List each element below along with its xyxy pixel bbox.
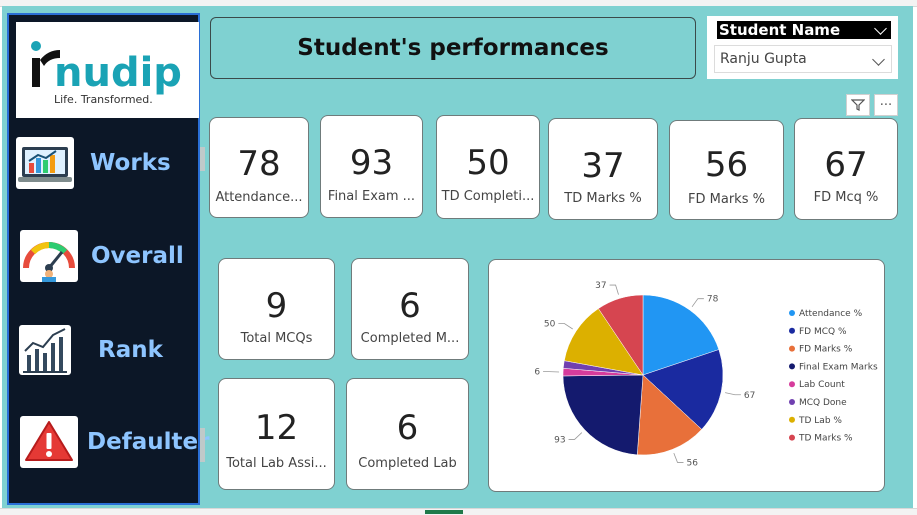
pie-chart: 78 67 56 93 6 50 37 Attendance % FD MCQ % FD Mark… xyxy=(489,260,884,491)
legend-item[interactable]: MCQ Done xyxy=(799,398,847,408)
nav-works-button[interactable]: Works xyxy=(16,137,171,189)
page-title-box: Student's performances xyxy=(210,17,696,79)
data-label-leader xyxy=(692,299,704,307)
more-options-glyph: ··· xyxy=(880,98,892,113)
legend-marker xyxy=(789,310,795,316)
data-label: 78 xyxy=(707,295,719,305)
legend-item[interactable]: Lab Count xyxy=(799,380,845,390)
legend-marker xyxy=(789,381,795,387)
kpi-card-final-exam[interactable]: 93 Final Exam ... xyxy=(320,115,423,218)
line-chart-icon xyxy=(19,325,71,375)
kpi-value: 67 xyxy=(795,145,897,185)
kpi-card-completed-lab[interactable]: 6 Completed Lab xyxy=(346,378,469,490)
data-label-leader xyxy=(725,393,741,395)
legend-marker xyxy=(789,346,795,352)
kpi-value: 12 xyxy=(219,408,334,448)
logo-tagline: Life. Transformed. xyxy=(54,93,153,106)
data-label-leader xyxy=(558,324,572,329)
kpi-label: TD Completi... xyxy=(441,189,535,204)
nav-defaulter-button[interactable]: Defaulter xyxy=(20,416,209,468)
active-page-tab[interactable] xyxy=(425,510,463,514)
kpi-card-fd-marks[interactable]: 56 FD Marks % xyxy=(669,120,784,220)
kpi-label: Final Exam ... xyxy=(325,189,418,204)
data-label: 56 xyxy=(686,458,698,468)
kpi-value: 9 xyxy=(219,286,334,326)
kpi-card-attendance[interactable]: 78 Attendance... xyxy=(209,117,309,218)
data-label: 67 xyxy=(744,391,755,401)
warning-icon xyxy=(20,416,78,468)
kpi-label: Attendance... xyxy=(214,190,304,205)
sidebar-resize-handle[interactable] xyxy=(200,428,205,462)
kpi-label: FD Marks % xyxy=(674,192,779,207)
data-label: 6 xyxy=(534,368,540,378)
data-label: 93 xyxy=(554,435,565,445)
kpi-value: 6 xyxy=(347,408,468,448)
student-slicer[interactable]: Student Name Ranju Gupta xyxy=(707,16,898,79)
chevron-down-icon xyxy=(874,22,887,35)
logo-brand-text: nudip xyxy=(54,50,182,96)
slicer-header-label: Student Name xyxy=(719,21,840,39)
kpi-label: Total MCQs xyxy=(223,331,330,346)
kpi-label: TD Marks % xyxy=(553,191,653,206)
kpi-card-td-marks[interactable]: 37 TD Marks % xyxy=(548,118,658,220)
kpi-card-td-completion[interactable]: 50 TD Completi... xyxy=(436,115,540,219)
gauge-icon xyxy=(20,230,78,282)
data-label: 37 xyxy=(595,281,606,291)
legend-marker xyxy=(789,417,795,423)
nav-overall-button[interactable]: Overall xyxy=(20,230,184,282)
data-label: 50 xyxy=(544,320,556,330)
kpi-label: Completed M... xyxy=(356,331,464,346)
kpi-value: 6 xyxy=(352,286,468,326)
nav-rank-label: Rank xyxy=(98,337,163,363)
legend-marker xyxy=(789,435,795,441)
data-label-leader xyxy=(610,285,619,295)
more-options-icon[interactable]: ··· xyxy=(874,94,898,116)
legend-item[interactable]: FD Marks % xyxy=(799,345,853,355)
slicer-header: Student Name xyxy=(717,21,891,39)
slicer-dropdown[interactable]: Ranju Gupta xyxy=(714,45,892,73)
legend-marker xyxy=(789,328,795,334)
nav-overall-label: Overall xyxy=(91,243,184,269)
legend-item[interactable]: TD Lab % xyxy=(798,416,842,426)
pie-chart-visual[interactable]: 78 67 56 93 6 50 37 Attendance % FD MCQ % FD Mark… xyxy=(488,259,885,492)
kpi-label: FD Mcq % xyxy=(799,190,893,205)
anudip-logo-icon: nudip Life. Transformed. xyxy=(16,22,199,118)
legend-item[interactable]: TD Marks % xyxy=(798,434,853,444)
page-title: Student's performances xyxy=(297,35,608,61)
legend-item[interactable]: FD MCQ % xyxy=(799,327,847,337)
kpi-value: 78 xyxy=(210,144,308,184)
kpi-card-total-lab[interactable]: 12 Total Lab Assi... xyxy=(218,378,335,490)
kpi-value: 37 xyxy=(549,146,657,186)
nav-works-label: Works xyxy=(90,150,171,176)
legend-item[interactable]: Final Exam Marks xyxy=(799,362,878,372)
nav-defaulter-label: Defaulter xyxy=(87,429,209,455)
legend-item[interactable]: Attendance % xyxy=(799,309,863,319)
kpi-value: 56 xyxy=(670,145,783,185)
filter-icon[interactable] xyxy=(846,94,870,116)
laptop-chart-icon xyxy=(16,137,74,189)
pie-slice[interactable] xyxy=(563,375,643,455)
data-label-leader xyxy=(569,433,582,440)
kpi-card-completed-mcqs[interactable]: 6 Completed M... xyxy=(351,258,469,360)
logo: nudip Life. Transformed. xyxy=(16,22,199,118)
slicer-selected-value: Ranju Gupta xyxy=(720,51,807,67)
sidebar-resize-handle[interactable] xyxy=(200,147,205,171)
chevron-down-icon xyxy=(872,53,885,66)
data-label-leader xyxy=(674,453,684,462)
kpi-value: 50 xyxy=(437,143,539,183)
kpi-label: Total Lab Assi... xyxy=(223,456,330,471)
kpi-value: 93 xyxy=(321,143,422,183)
kpi-card-total-mcqs[interactable]: 9 Total MCQs xyxy=(218,258,335,360)
kpi-label: Completed Lab xyxy=(351,456,464,471)
nav-rank-button[interactable]: Rank xyxy=(19,325,163,375)
kpi-card-fd-mcq[interactable]: 67 FD Mcq % xyxy=(794,118,898,220)
legend-marker xyxy=(789,363,795,369)
legend-marker xyxy=(789,399,795,405)
